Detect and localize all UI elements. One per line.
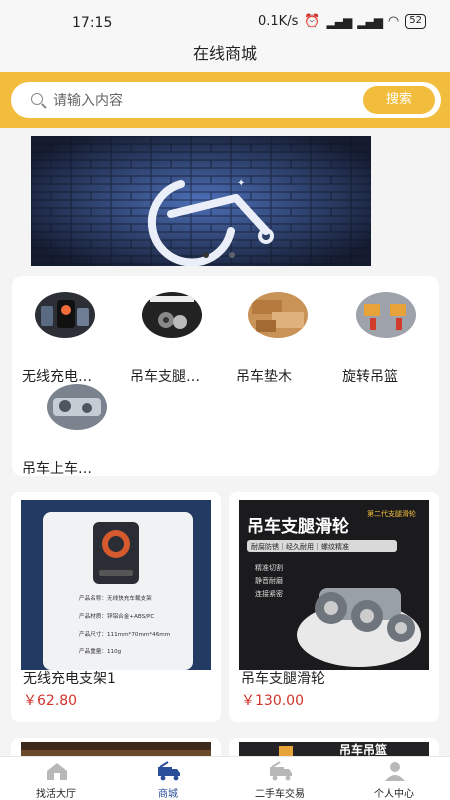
bottom-tab-bar: 找活大厅 商城 二手车交易 个人中心	[0, 756, 450, 800]
image-feature-2: 静音耐磨	[255, 576, 283, 585]
category-label: 吊车支腿…	[130, 369, 200, 385]
carousel-dot[interactable]	[229, 252, 235, 258]
image-feature-3: 连接紧密	[255, 589, 283, 598]
used-truck-icon	[270, 761, 292, 781]
carousel-dot-active[interactable]	[203, 252, 209, 258]
wireless-charger-thumb	[35, 292, 95, 338]
spec-weight: 产品重量：110g	[79, 647, 122, 655]
search-placeholder: 请输入内容	[53, 93, 123, 109]
category-label: 旋转吊篮	[342, 369, 398, 385]
carousel-dots	[203, 252, 235, 258]
home-icon	[47, 763, 67, 780]
category-label: 吊车上车…	[22, 461, 92, 477]
category-label: 吊车垫木	[236, 369, 292, 385]
wifi-icon: ◠	[387, 14, 400, 29]
tab-label: 个人中心	[374, 789, 414, 800]
tab-label: 二手车交易	[255, 789, 305, 800]
search-input[interactable]: 请输入内容 搜索	[11, 82, 441, 118]
crane-pad-thumb	[248, 292, 308, 338]
product-price: ￥130.00	[241, 693, 304, 709]
status-icons: 0.1K/s ⏰ ▂▄▆ ▂▄▆ ◠ 52	[258, 14, 426, 29]
tab-job-hall[interactable]: 找活大厅	[0, 757, 112, 800]
spec-size: 产品尺寸：111mm*70mm*46mm	[79, 630, 170, 638]
tab-profile[interactable]: 个人中心	[338, 757, 450, 800]
page-title: 在线商城	[192, 44, 257, 63]
search-area: 请输入内容 搜索	[0, 72, 450, 128]
spec-name: 产品名称：无线快充车载支架	[79, 594, 152, 602]
banner-image: ✦	[31, 136, 371, 266]
signal-icon-2: ▂▄▆	[357, 14, 383, 29]
image-tag: 第二代支腿滑轮	[367, 509, 416, 518]
signal-icon: ▂▄▆	[326, 14, 353, 29]
user-icon	[385, 762, 405, 781]
product-image: 吊车支腿滑轮 第二代支腿滑轮 耐腐防锈｜经久耐用｜螺纹精准 精准切割 静音耐磨 …	[239, 500, 429, 670]
image-title: 吊车吊篮	[339, 742, 387, 757]
truck-icon	[158, 761, 180, 781]
category-label: 无线充电…	[22, 369, 92, 385]
image-feature-1: 精准切割	[255, 563, 283, 572]
network-speed: 0.1K/s	[258, 14, 299, 29]
status-time: 17:15	[72, 15, 113, 31]
page-header: 在线商城	[0, 44, 450, 72]
product-name: 吊车支腿滑轮	[241, 671, 325, 687]
tab-used-trucks[interactable]: 二手车交易	[224, 757, 336, 800]
tab-label: 找活大厅	[36, 789, 76, 800]
battery-icon: 52	[405, 14, 426, 29]
banner-carousel[interactable]: ✦	[31, 136, 371, 266]
product-price: ￥62.80	[23, 693, 78, 709]
image-title: 吊车支腿滑轮	[247, 516, 349, 537]
image-feature-bar: 耐腐防锈｜经久耐用｜螺纹精准	[251, 542, 349, 551]
product-name: 无线充电支架1	[23, 671, 116, 687]
search-icon	[31, 93, 43, 105]
tab-mall[interactable]: 商城	[112, 757, 224, 800]
spec-material: 产品材质：锌铝合金+ABS/PC	[79, 612, 154, 620]
outrigger-pulley-thumb	[142, 292, 202, 338]
rotating-basket-thumb	[356, 292, 416, 338]
tab-label: 商城	[158, 789, 178, 800]
category-grid: 无线充电… 吊车支腿… 吊车垫木 旋转吊篮 吊车上车…	[12, 276, 439, 477]
status-bar: 17:15 0.1K/s ⏰ ▂▄▆ ▂▄▆ ◠ 52	[0, 0, 450, 44]
product-card-outrigger-pulley[interactable]: 吊车支腿滑轮 第二代支腿滑轮 耐腐防锈｜经久耐用｜螺纹精准 精准切割 静音耐磨 …	[229, 492, 439, 722]
svg-text:✦: ✦	[237, 178, 245, 189]
product-card-wireless-charger[interactable]: 产品名称：无线快充车载支架 产品材质：锌铝合金+ABS/PC 产品尺寸：111m…	[11, 492, 221, 722]
product-image: 产品名称：无线快充车载支架 产品材质：锌铝合金+ABS/PC 产品尺寸：111m…	[21, 500, 211, 670]
crane-upper-thumb	[47, 384, 107, 430]
search-button[interactable]: 搜索	[363, 86, 435, 114]
alarm-icon: ⏰	[304, 14, 321, 29]
